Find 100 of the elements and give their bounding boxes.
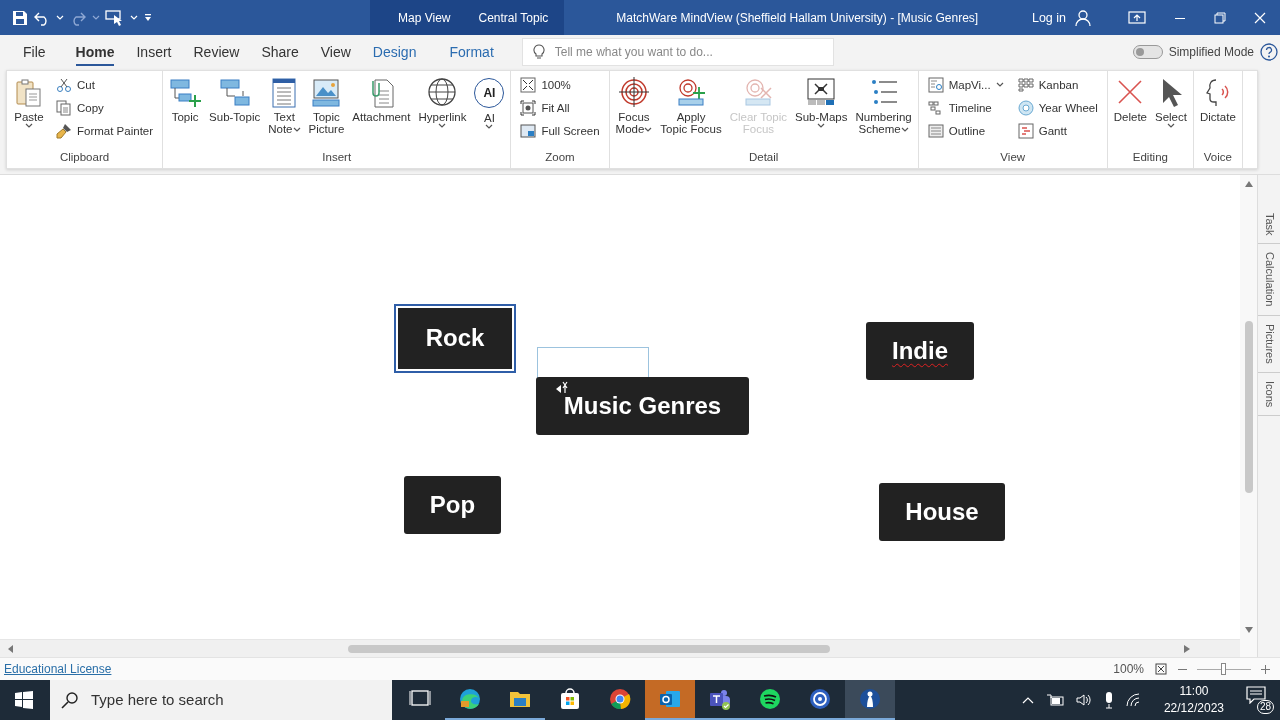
- ribbon-tab[interactable]: View: [320, 38, 351, 67]
- gantt-icon: [1017, 122, 1034, 139]
- ribbon-button[interactable]: MapVi...: [925, 74, 1006, 95]
- scroll-right-icon[interactable]: [1184, 644, 1190, 653]
- ribbon-button[interactable]: Sub-Maps: [792, 74, 851, 131]
- ribbon-button[interactable]: Apply Topic Focus: [657, 74, 725, 137]
- ribbon-button[interactable]: Kanban: [1015, 74, 1100, 95]
- license-link[interactable]: Educational License: [4, 662, 112, 676]
- contextual-tab-label[interactable]: Map View: [398, 10, 451, 25]
- ribbon-button[interactable]: Dictate: [1197, 74, 1239, 125]
- user-icon[interactable]: [1074, 8, 1092, 27]
- notification-icon[interactable]: [1246, 686, 1266, 704]
- side-panel-tab[interactable]: Pictures: [1258, 315, 1280, 373]
- save-icon[interactable]: [12, 9, 28, 26]
- login-link[interactable]: Log in: [1031, 10, 1066, 25]
- group-label: Editing: [1131, 150, 1169, 165]
- ribbon-button[interactable]: Text Note: [265, 74, 304, 137]
- shopping-bag-icon: [558, 687, 582, 711]
- browser-icon: [458, 687, 482, 711]
- ribbon-tab[interactable]: File: [23, 38, 46, 67]
- topic-add-icon: [169, 76, 202, 109]
- scroll-up-icon[interactable]: [1244, 180, 1253, 187]
- chevron-up-icon[interactable]: [1021, 696, 1034, 704]
- ribbon-button[interactable]: 100%: [518, 74, 602, 95]
- microphone-icon[interactable]: [1103, 691, 1114, 709]
- scroll-down-icon[interactable]: [1244, 627, 1253, 633]
- ribbon-button[interactable]: AI AI: [471, 74, 508, 132]
- ribbon-button[interactable]: Sub-Topic: [206, 74, 264, 125]
- taskbar-app-button[interactable]: [845, 680, 895, 720]
- team-chat-icon: [708, 687, 732, 711]
- ribbon-button[interactable]: Fit All: [518, 97, 602, 118]
- ribbon-button[interactable]: Attachment: [349, 74, 414, 125]
- fit-all-icon: [520, 99, 537, 116]
- scroll-left-icon[interactable]: [8, 644, 14, 653]
- ribbon-tab[interactable]: Home: [75, 38, 115, 67]
- ribbon-button[interactable]: Year Wheel: [1015, 97, 1100, 118]
- music-app-icon: [758, 687, 782, 711]
- map-topic[interactable]: Pop: [404, 475, 501, 534]
- present-icon[interactable]: [1128, 9, 1146, 26]
- ribbon-button[interactable]: Full Screen: [518, 120, 602, 141]
- ribbon-button[interactable]: Format Painter: [54, 120, 156, 141]
- group-label: Insert: [321, 150, 353, 165]
- scissors-icon: [56, 76, 72, 93]
- wifi-icon[interactable]: [1125, 693, 1142, 707]
- horizontal-scrollbar[interactable]: [0, 639, 1240, 657]
- ribbon-tab[interactable]: Design: [372, 38, 417, 67]
- target-icon: [617, 76, 650, 109]
- ribbon-button[interactable]: Topic Picture: [305, 74, 348, 137]
- side-panel-tab[interactable]: Calculation: [1258, 244, 1280, 316]
- zoom-in-icon[interactable]: [1261, 664, 1270, 674]
- map-topic[interactable]: Music Genres: [536, 376, 749, 435]
- ribbon-button[interactable]: Focus Mode: [612, 74, 656, 137]
- clock-button[interactable]: 11:00 22/12/2023: [1163, 683, 1224, 717]
- clock-date: 22/12/2023: [1163, 700, 1224, 717]
- lightbulb-icon: [532, 44, 545, 61]
- scroll-thumb[interactable]: [348, 644, 830, 653]
- app-icon: [858, 687, 882, 711]
- close-icon[interactable]: [1254, 11, 1266, 24]
- target-cross-icon: [742, 76, 775, 109]
- search-icon: [61, 691, 79, 709]
- start-icon[interactable]: [14, 690, 34, 710]
- ribbon-button[interactable]: Delete: [1110, 74, 1150, 125]
- vertical-scrollbar[interactable]: [1240, 174, 1257, 657]
- search-field[interactable]: Tell me what you want to do...: [521, 38, 834, 67]
- restore-icon[interactable]: [1214, 11, 1226, 24]
- map-topic[interactable]: Indie: [866, 321, 974, 380]
- map-topic[interactable]: Rock: [394, 303, 516, 373]
- side-panel-tab[interactable]: Icons: [1258, 372, 1280, 416]
- ribbon-button[interactable]: Gantt: [1015, 120, 1100, 141]
- move-cursor-icon: [555, 379, 569, 394]
- simplified-mode-toggle[interactable]: [1132, 45, 1163, 60]
- help-icon[interactable]: [1260, 43, 1278, 62]
- side-panel-tab[interactable]: Task: [1258, 204, 1280, 245]
- ribbon-button[interactable]: Timeline: [925, 97, 1006, 118]
- target-plus-icon: [675, 76, 708, 109]
- simplified-mode-label: Simplified Mode: [1168, 45, 1254, 60]
- ribbon-tab[interactable]: Format: [449, 38, 494, 67]
- ribbon-button[interactable]: Topic: [166, 74, 205, 125]
- map-topic[interactable]: House: [879, 482, 1005, 541]
- speaker-icon[interactable]: [1075, 693, 1092, 707]
- copy-icon: [56, 99, 72, 116]
- ribbon-button[interactable]: Outline: [925, 120, 1006, 141]
- ribbon-tab[interactable]: Share: [261, 38, 299, 67]
- app-icon: [808, 687, 832, 711]
- ribbon-tab[interactable]: Insert: [136, 38, 172, 67]
- customize-icon[interactable]: [143, 12, 153, 23]
- ribbon-button[interactable]: Hyperlink: [415, 74, 470, 131]
- ribbon-button[interactable]: Copy: [54, 97, 156, 118]
- taskbar-search-field[interactable]: Type here to search: [50, 680, 392, 720]
- ribbon-button[interactable]: Cut: [54, 74, 156, 95]
- ribbon-button[interactable]: Paste: [10, 74, 48, 131]
- slider-thumb[interactable]: [1221, 663, 1226, 675]
- subtopic-icon: [218, 76, 251, 109]
- ribbon-tab[interactable]: Review: [193, 38, 240, 67]
- ribbon-button[interactable]: Numbering Scheme: [852, 74, 915, 137]
- scroll-thumb[interactable]: [1244, 320, 1253, 493]
- contextual-tab-label[interactable]: Central Topic: [478, 10, 549, 25]
- fit-page-icon[interactable]: [1154, 662, 1168, 676]
- battery-icon[interactable]: [1045, 693, 1064, 707]
- ribbon-button[interactable]: Select: [1152, 74, 1190, 131]
